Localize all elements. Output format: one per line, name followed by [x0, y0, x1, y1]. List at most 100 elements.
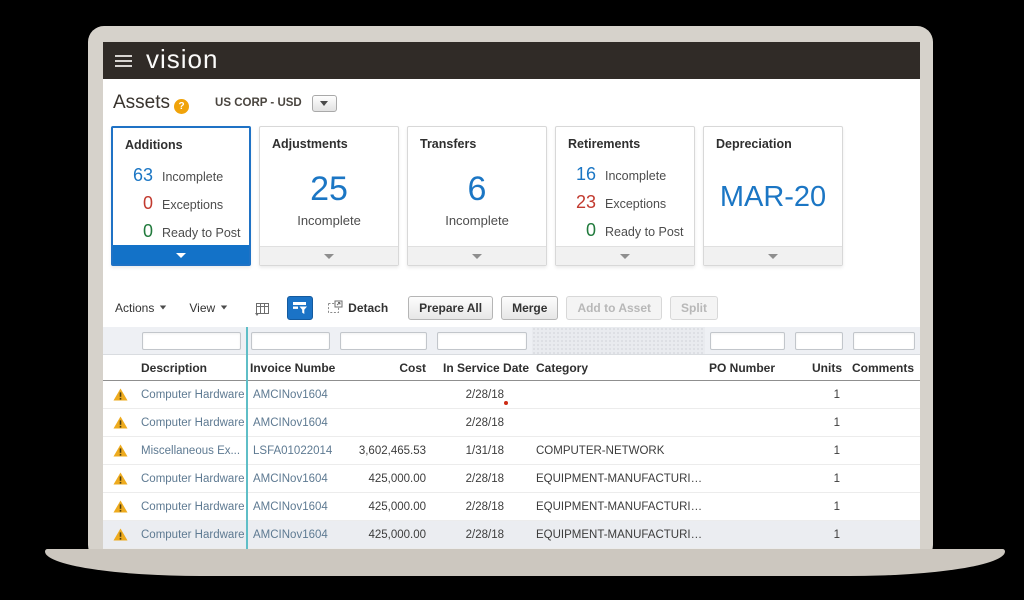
card-title: Transfers	[408, 127, 546, 153]
card-adjustments[interactable]: Adjustments 25 Incomplete	[259, 126, 399, 266]
warning-icon	[113, 444, 128, 457]
cell-units: 1	[790, 521, 848, 549]
column-header-invoice-number[interactable]: Invoice Number	[246, 361, 335, 375]
column-header-cost[interactable]: Cost	[335, 361, 432, 375]
cell-description[interactable]: Computer Hardware	[137, 493, 246, 521]
detach-label: Detach	[348, 301, 388, 315]
warning-icon	[113, 500, 128, 513]
cell-in-service-date: 2/28/18	[432, 409, 532, 437]
table-row[interactable]: Computer HardwareAMCINov16042/28/181	[103, 381, 920, 409]
hamburger-menu-icon[interactable]	[115, 55, 132, 67]
chevron-down-icon	[221, 306, 227, 310]
table-row[interactable]: Computer HardwareAMCINov1604425,000.002/…	[103, 521, 920, 549]
cell-description[interactable]: Computer Hardware	[137, 465, 246, 493]
filter-input-units[interactable]	[795, 332, 843, 350]
cell-invoice-number[interactable]: AMCINov1604	[246, 409, 335, 437]
metric-label: Exceptions	[605, 197, 666, 211]
card-big-value: 25	[310, 171, 348, 208]
card-depreciation[interactable]: Depreciation MAR-20	[703, 126, 843, 266]
metric-value: 0	[121, 221, 153, 242]
filter-icon	[292, 301, 308, 315]
column-header-category[interactable]: Category	[532, 361, 705, 375]
cell-invoice-number[interactable]: AMCINov1604	[246, 381, 335, 409]
device-bezel: vision Assets ? US CORP - USD Additions …	[88, 26, 933, 561]
page-header: Assets ? US CORP - USD	[103, 79, 920, 120]
changed-indicator-icon	[504, 401, 508, 405]
table-body: Computer HardwareAMCINov16042/28/181Comp…	[103, 381, 920, 549]
column-header-units[interactable]: Units	[790, 361, 848, 375]
cell-description[interactable]: Computer Hardware	[137, 409, 246, 437]
card-expander[interactable]	[113, 245, 249, 264]
merge-button[interactable]: Merge	[501, 296, 558, 320]
row-warning-cell	[103, 472, 137, 485]
warning-icon	[113, 528, 128, 541]
cell-description[interactable]: Computer Hardware	[137, 521, 246, 549]
cell-description[interactable]: Computer Hardware	[137, 381, 246, 409]
filter-input-cost[interactable]	[340, 332, 427, 350]
help-icon[interactable]: ?	[174, 99, 189, 114]
card-expander[interactable]	[704, 246, 842, 265]
card-title: Additions	[113, 128, 249, 154]
cell-in-service-date: 2/28/18	[432, 493, 532, 521]
cell-units: 1	[790, 465, 848, 493]
filter-input-comments[interactable]	[853, 332, 915, 350]
cell-invoice-number[interactable]: AMCINov1604	[246, 465, 335, 493]
column-header-in-service-date[interactable]: In Service Date	[432, 361, 532, 375]
filter-cell-rowheader	[103, 327, 137, 354]
chevron-down-icon	[160, 306, 166, 310]
infotile-row: Additions 63Incomplete 0Exceptions 0Read…	[111, 126, 920, 266]
cell-invoice-number[interactable]: LSFA01022014	[246, 437, 335, 465]
metric-value: 0	[121, 193, 153, 214]
cell-invoice-number[interactable]: AMCINov1604	[246, 521, 335, 549]
cell-units: 1	[790, 381, 848, 409]
table-header-row: Description Invoice Number Cost In Servi…	[103, 354, 920, 381]
column-header-description[interactable]: Description	[137, 361, 246, 375]
assets-table: Description Invoice Number Cost In Servi…	[103, 327, 920, 549]
card-expander[interactable]	[556, 246, 694, 265]
cell-description[interactable]: Miscellaneous Ex...	[137, 437, 246, 465]
filter-input-po-number[interactable]	[710, 332, 785, 350]
cell-in-service-date: 2/28/18	[432, 521, 532, 549]
filter-input-invoice-number[interactable]	[251, 332, 330, 350]
app-screen: vision Assets ? US CORP - USD Additions …	[103, 42, 920, 550]
row-warning-cell	[103, 416, 137, 429]
actions-menu[interactable]: Actions	[115, 301, 167, 315]
filter-input-description[interactable]	[142, 332, 241, 350]
card-big-value: 6	[468, 171, 487, 208]
cell-category: EQUIPMENT-MANUFACTURING	[532, 521, 705, 549]
cell-units: 1	[790, 493, 848, 521]
cell-in-service-date: 2/28/18	[432, 465, 532, 493]
detach-button[interactable]: Detach	[327, 300, 388, 315]
view-menu[interactable]: View	[189, 301, 228, 315]
business-unit-dropdown[interactable]	[312, 95, 337, 112]
table-row[interactable]: Miscellaneous Ex...LSFA010220143,602,465…	[103, 437, 920, 465]
table-row[interactable]: Computer HardwareAMCINov1604425,000.002/…	[103, 493, 920, 521]
app-bar: vision	[103, 42, 920, 79]
table-row[interactable]: Computer HardwareAMCINov1604 2/28/18 1	[103, 409, 920, 437]
card-additions[interactable]: Additions 63Incomplete 0Exceptions 0Read…	[111, 126, 251, 266]
cell-invoice-number[interactable]: AMCINov1604	[246, 493, 335, 521]
card-expander[interactable]	[408, 246, 546, 265]
device-base	[45, 549, 1005, 576]
cell-units: 1	[790, 409, 848, 437]
prepare-all-button[interactable]: Prepare All	[408, 296, 493, 320]
metric-value: 23	[564, 192, 596, 213]
cell-category: COMPUTER-NETWORK	[532, 437, 705, 465]
cell-cost: 3,602,465.53	[335, 437, 432, 465]
card-transfers[interactable]: Transfers 6 Incomplete	[407, 126, 547, 266]
table-row[interactable]: Computer HardwareAMCINov1604425,000.002/…	[103, 465, 920, 493]
metric-label: Incomplete	[605, 169, 666, 183]
card-expander[interactable]	[260, 246, 398, 265]
split-button: Split	[670, 296, 718, 320]
column-header-po-number[interactable]: PO Number	[705, 361, 790, 375]
filter-input-in-service-date[interactable]	[437, 332, 527, 350]
row-warning-cell	[103, 388, 137, 401]
detach-icon	[327, 300, 343, 315]
query-by-example-button[interactable]	[287, 296, 313, 320]
frozen-column-divider[interactable]	[246, 327, 248, 549]
card-title: Depreciation	[704, 127, 842, 153]
cell-units: 1	[790, 437, 848, 465]
column-header-comments[interactable]: Comments	[848, 361, 920, 375]
card-retirements[interactable]: Retirements 16Incomplete 23Exceptions 0R…	[555, 126, 695, 266]
freeze-columns-icon[interactable]	[254, 300, 271, 316]
